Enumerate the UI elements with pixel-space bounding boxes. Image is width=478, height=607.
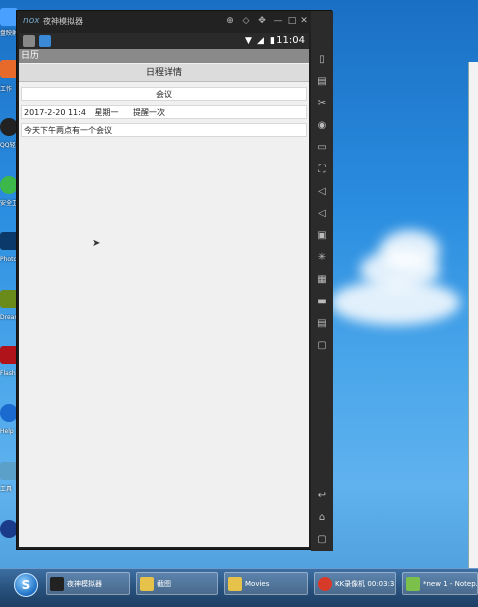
event-date: 2017-2-20 11:4 [24, 108, 86, 117]
android-status-bar: ▼ ◢ ▮ 11:04 [19, 33, 309, 49]
app-title-bar: 日历 [19, 49, 309, 63]
minimize-icon[interactable]: — [271, 14, 285, 28]
folder-icon [140, 577, 154, 591]
home-icon[interactable]: ⌂ [315, 511, 329, 525]
shake-icon[interactable]: ▦ [315, 273, 329, 287]
emulator-titlebar[interactable]: nox 夜神模拟器 ⊕ ◇ ✥ — □ ✕ [17, 11, 311, 33]
event-description[interactable]: 今天下午两点有一个会议 [21, 123, 307, 137]
apk-icon[interactable]: ▣ [315, 229, 329, 243]
keyboard-icon[interactable]: ▤ [315, 75, 329, 89]
fullscreen-icon[interactable]: ⛶ [315, 163, 329, 177]
app-notification-icon [23, 35, 35, 47]
more-icon[interactable]: ▢ [315, 339, 329, 353]
nox-logo: nox [23, 16, 40, 26]
start-button[interactable]: S [14, 573, 38, 597]
emulator-window: nox 夜神模拟器 ⊕ ◇ ✥ — □ ✕ ▼ ◢ ▮ 11:04 日历 日程详… [16, 10, 333, 551]
cloud [330, 280, 460, 325]
scissors-icon[interactable]: ✂ [315, 97, 329, 111]
volume-down-icon[interactable]: ◁ [315, 207, 329, 221]
loading-icon[interactable]: ✳ [315, 251, 329, 265]
taskbar-item-kk-recorder[interactable]: KK录像机 00:03:35 [314, 572, 396, 595]
notepad-icon [406, 577, 420, 591]
taskbar: S 夜神模拟器 截图 Movies KK录像机 00:03:35 *new 1 … [0, 568, 478, 607]
sync-icon[interactable]: ⊕ [223, 14, 237, 28]
screen-icon[interactable]: ▭ [315, 141, 329, 155]
signal-icon: ◢ [257, 36, 264, 46]
event-weekday: 星期一 [94, 108, 119, 117]
status-time: 11:04 [276, 35, 305, 46]
taskbar-item-movies[interactable]: Movies [224, 572, 308, 595]
toolbox-icon[interactable]: ▬ [315, 295, 329, 309]
calendar-app: 日历 日程详情 会议 2017-2-20 11:4 星期一 提醒一次 今天下午两… [19, 49, 309, 547]
close-icon[interactable]: ✕ [297, 14, 311, 28]
schedule-detail-header: 日程详情 [19, 64, 309, 82]
location-icon[interactable]: ◉ [315, 119, 329, 133]
diamond-icon[interactable]: ◇ [239, 14, 253, 28]
emulator-title: 夜神模拟器 [43, 17, 83, 26]
recent-apps-icon[interactable]: ▢ [315, 533, 329, 547]
taskbar-item-notepad[interactable]: *new 1 - Notep... [402, 572, 478, 595]
folder-icon [228, 577, 242, 591]
taskbar-item-nox[interactable]: 夜神模拟器 [46, 572, 130, 595]
recorder-icon [318, 577, 332, 591]
background-window[interactable] [468, 62, 478, 568]
bookmark-icon[interactable]: ▯ [315, 53, 329, 67]
multi-window-icon[interactable]: ▤ [315, 317, 329, 331]
emulator-toolbar: ▯ ▤ ✂ ◉ ▭ ⛶ ◁ ◁ ▣ ✳ ▦ ▬ ▤ ▢ ↩ ⌂ ▢ [311, 11, 333, 551]
volume-up-icon[interactable]: ◁ [315, 185, 329, 199]
mouse-cursor-icon: ➤ [92, 238, 101, 249]
event-reminder: 提醒一次 [133, 108, 166, 117]
event-description-text: 今天下午两点有一个会议 [24, 126, 112, 135]
taskbar-item-screenshot[interactable]: 截图 [136, 572, 218, 595]
back-icon[interactable]: ↩ [315, 489, 329, 503]
event-title[interactable]: 会议 [21, 87, 307, 101]
wifi-icon: ▼ [245, 36, 252, 46]
cloud [380, 230, 440, 270]
settings-icon[interactable]: ✥ [255, 14, 269, 28]
shield-icon [39, 35, 51, 47]
battery-icon: ▮ [270, 36, 275, 46]
nox-icon [50, 577, 64, 591]
event-time-row[interactable]: 2017-2-20 11:4 星期一 提醒一次 [21, 105, 307, 119]
